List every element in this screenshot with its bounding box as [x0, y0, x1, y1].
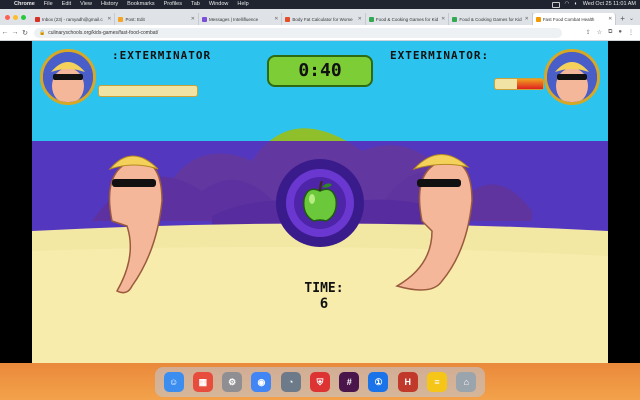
extensions-icon[interactable]: ⧉ — [608, 29, 612, 36]
chrome-icon[interactable]: ◉ — [251, 372, 272, 392]
menu-bookmarks[interactable]: Bookmarks — [127, 0, 155, 9]
close-tab-icon[interactable]: ✕ — [191, 16, 195, 22]
tab-label: Food & Cooking Games for Kid — [375, 16, 439, 22]
messages-favicon-icon — [201, 16, 207, 22]
minimize-window-button[interactable] — [13, 15, 18, 20]
player-name: :EXTERMINATOR — [112, 49, 212, 62]
tab-body-fat[interactable]: Body Fat Calculator for Wome ✕ — [282, 13, 366, 25]
bookmark-star-icon[interactable]: ☆ — [597, 29, 602, 36]
gmail-favicon-icon — [35, 16, 40, 22]
new-tab-button[interactable]: + — [616, 14, 629, 25]
player-health-bar — [98, 85, 198, 97]
share-icon[interactable]: ⇪ — [586, 29, 591, 36]
wifi-icon[interactable]: ◠ — [565, 0, 570, 9]
tab-food-games-1[interactable]: Food & Cooking Games for Kid ✕ — [366, 13, 450, 25]
url-text: culinaryschools.org/kids-games/fast-food… — [48, 29, 159, 36]
menu-edit[interactable]: Edit — [62, 0, 71, 9]
close-window-button[interactable] — [5, 15, 10, 20]
tab-messages[interactable]: Messages | Intellifluence ✕ — [199, 13, 283, 25]
back-icon[interactable]: ← — [0, 29, 10, 36]
close-tab-icon[interactable]: ✕ — [441, 16, 445, 22]
forward-icon[interactable]: → — [10, 29, 20, 36]
player-portrait — [40, 49, 96, 105]
reload-icon[interactable]: ↻ — [20, 29, 30, 37]
address-bar[interactable]: 🔒 culinaryschools.org/kids-games/fast-fo… — [34, 27, 562, 38]
tab-food-games-2[interactable]: Food & Cooking Games for Kid ✕ — [449, 13, 533, 25]
tab-search-icon[interactable]: ⌄ — [629, 15, 640, 25]
system-settings-icon[interactable]: ⚙ — [222, 372, 243, 392]
close-tab-icon[interactable]: ✕ — [107, 16, 111, 22]
window-controls — [5, 15, 26, 20]
round-timer: 0:40 — [267, 55, 373, 87]
launchpad-icon[interactable]: ▦ — [192, 372, 213, 392]
control-center-icon[interactable]: ◐ — [574, 0, 577, 9]
close-tab-icon[interactable]: ✕ — [525, 16, 529, 22]
fast-food-combat-game[interactable]: :EXTERMINATOR EXTERMINATOR: 0:40 TIME: 6 — [32, 41, 608, 363]
mac-menu-bar: Chrome File Edit View History Bookmarks … — [0, 0, 640, 9]
page-viewport: :EXTERMINATOR EXTERMINATOR: 0:40 TIME: 6 — [0, 41, 640, 363]
tab-label: Food & Cooking Games for Kid — [459, 16, 522, 22]
game-favicon-icon — [535, 16, 541, 22]
tab-gmail[interactable]: Inbox (23) - ramyadh@gmail.c ✕ — [32, 13, 116, 25]
tab-label: Messages | Intellifluence — [208, 16, 259, 22]
tab-label: Body Fat Calculator for Wome — [292, 16, 353, 22]
tab-label: Fast Food Combat Health — [542, 16, 595, 22]
menu-history[interactable]: History — [101, 0, 118, 9]
trash-icon[interactable]: ⌂ — [456, 372, 477, 392]
intellifluence-icon[interactable]: ◔ — [280, 372, 301, 392]
menu-tab[interactable]: Tab — [191, 0, 200, 9]
enemy-health-bar — [494, 78, 544, 90]
food-games-favicon-icon — [452, 16, 458, 22]
menu-window[interactable]: Window — [209, 0, 229, 9]
food-games-favicon-icon — [368, 16, 374, 22]
profile-avatar-icon[interactable]: ● — [618, 29, 622, 36]
calculator-favicon-icon — [285, 16, 291, 22]
menu-file[interactable]: File — [44, 0, 53, 9]
menu-profiles[interactable]: Profiles — [164, 0, 182, 9]
worm-face-icon — [43, 52, 93, 102]
menubar-clock[interactable]: Wed Oct 25 11:01 AM — [583, 0, 636, 9]
tab-label: Post: Edit — [125, 16, 145, 22]
close-tab-icon[interactable]: ✕ — [608, 16, 612, 22]
chrome-window: Inbox (23) - ramyadh@gmail.c ✕ Post: Edit… — [0, 9, 640, 363]
tab-fast-food-combat[interactable]: Fast Food Combat Health ✕ — [532, 13, 617, 25]
lock-icon[interactable]: 🔒 — [39, 30, 45, 36]
time-value: 6 — [319, 296, 329, 312]
slack-icon[interactable]: # — [339, 372, 360, 392]
shield-app-icon[interactable]: ⛨ — [309, 372, 330, 392]
mac-dock: ☺ ▦ ⚙ ◉ ◔ ⛨ # ① H ≡ ⌂ — [155, 367, 485, 397]
enemy-health-fill — [516, 79, 543, 89]
menu-view[interactable]: View — [80, 0, 92, 9]
tab-post-edit[interactable]: Post: Edit ✕ — [115, 13, 199, 25]
enemy-portrait — [544, 49, 600, 105]
close-tab-icon[interactable]: ✕ — [274, 16, 278, 22]
tab-strip: Inbox (23) - ramyadh@gmail.c ✕ Post: Edit… — [0, 9, 640, 25]
time-label: TIME: — [304, 281, 344, 296]
worm-face-icon — [547, 52, 597, 102]
more-menu-icon[interactable]: ⋮ — [628, 29, 634, 36]
hiq-icon[interactable]: H — [397, 372, 418, 392]
finder-icon[interactable]: ☺ — [163, 372, 184, 392]
battery-icon[interactable] — [551, 1, 560, 8]
enemy-name: EXTERMINATOR: — [390, 49, 490, 62]
browser-toolbar: ← → ↻ 🔒 culinaryschools.org/kids-games/f… — [0, 25, 640, 41]
post-favicon-icon — [118, 16, 124, 22]
zoom-window-button[interactable] — [21, 15, 26, 20]
tab-label: Inbox (23) - ramyadh@gmail.c — [42, 16, 103, 22]
notes-icon[interactable]: ≡ — [427, 372, 448, 392]
1password-icon[interactable]: ① — [368, 372, 389, 392]
menu-app-name[interactable]: Chrome — [14, 0, 35, 9]
close-tab-icon[interactable]: ✕ — [358, 16, 362, 22]
green-apple-icon[interactable] — [300, 181, 340, 223]
menu-help[interactable]: Help — [237, 0, 248, 9]
